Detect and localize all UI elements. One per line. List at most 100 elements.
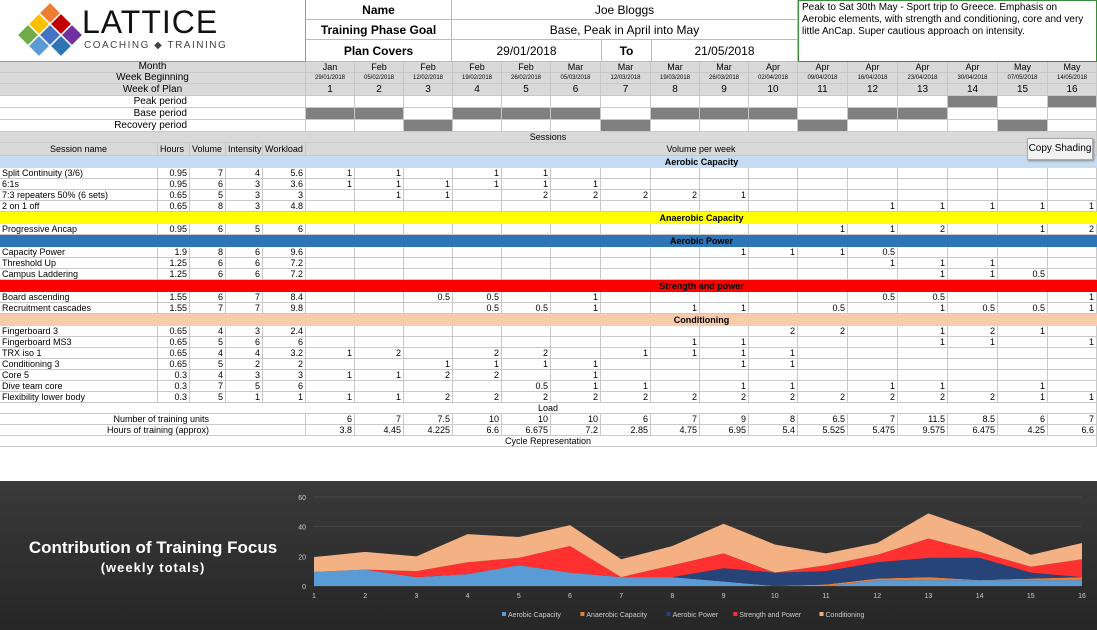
week-volume-cell[interactable] — [601, 168, 651, 179]
peak-period-cell[interactable] — [898, 96, 948, 108]
session-volume[interactable]: 6 — [190, 179, 226, 190]
week-volume-cell[interactable]: 1 — [453, 359, 502, 370]
recovery-period-cell[interactable] — [1048, 120, 1097, 132]
week-volume-cell[interactable]: 0.5 — [898, 292, 948, 303]
plan-from-date[interactable]: 29/01/2018 — [452, 40, 602, 62]
week-volume-cell[interactable] — [749, 337, 798, 348]
week-volume-cell[interactable]: 0.5 — [453, 292, 502, 303]
session-intensity[interactable]: 3 — [226, 201, 263, 212]
week-volume-cell[interactable]: 1 — [502, 168, 551, 179]
week-volume-cell[interactable]: 1 — [355, 168, 404, 179]
week-volume-cell[interactable] — [948, 292, 998, 303]
session-name[interactable]: Progressive Ancap — [0, 224, 158, 235]
week-volume-cell[interactable]: 2 — [848, 392, 898, 403]
week-volume-cell[interactable] — [948, 168, 998, 179]
week-volume-cell[interactable] — [404, 337, 453, 348]
week-volume-cell[interactable] — [848, 337, 898, 348]
recovery-period-cell[interactable] — [601, 120, 651, 132]
session-hours[interactable]: 1.55 — [158, 303, 190, 314]
week-volume-cell[interactable]: 1 — [848, 224, 898, 235]
week-volume-cell[interactable]: 1 — [998, 224, 1048, 235]
week-volume-cell[interactable]: 1 — [749, 359, 798, 370]
session-hours[interactable]: 1.25 — [158, 269, 190, 280]
peak-period-cell[interactable] — [998, 96, 1048, 108]
recovery-period-cell[interactable] — [453, 120, 502, 132]
week-volume-cell[interactable]: 1 — [404, 179, 453, 190]
session-workload[interactable]: 2.4 — [263, 326, 306, 337]
week-volume-cell[interactable]: 1 — [898, 326, 948, 337]
week-volume-cell[interactable] — [453, 326, 502, 337]
week-volume-cell[interactable] — [651, 224, 700, 235]
week-volume-cell[interactable] — [306, 337, 355, 348]
recovery-period-cell[interactable] — [898, 120, 948, 132]
week-volume-cell[interactable] — [998, 348, 1048, 359]
session-volume[interactable]: 7 — [190, 303, 226, 314]
week-volume-cell[interactable] — [898, 190, 948, 201]
week-volume-cell[interactable]: 2 — [404, 370, 453, 381]
session-hours[interactable]: 0.3 — [158, 392, 190, 403]
session-workload[interactable]: 6 — [263, 224, 306, 235]
week-volume-cell[interactable] — [749, 224, 798, 235]
session-intensity[interactable]: 5 — [226, 381, 263, 392]
session-workload[interactable]: 3 — [263, 370, 306, 381]
session-intensity[interactable]: 6 — [226, 337, 263, 348]
week-volume-cell[interactable]: 1 — [651, 303, 700, 314]
week-volume-cell[interactable]: 1 — [551, 381, 601, 392]
session-name[interactable]: Recruitment cascades — [0, 303, 158, 314]
week-volume-cell[interactable] — [798, 381, 848, 392]
session-workload[interactable]: 1 — [263, 392, 306, 403]
plan-to-date[interactable]: 21/05/2018 — [652, 40, 798, 62]
week-volume-cell[interactable] — [453, 224, 502, 235]
session-volume[interactable]: 5 — [190, 359, 226, 370]
week-volume-cell[interactable] — [551, 269, 601, 280]
peak-period-cell[interactable] — [502, 96, 551, 108]
week-volume-cell[interactable] — [404, 258, 453, 269]
session-intensity[interactable]: 6 — [226, 269, 263, 280]
session-name[interactable]: Core 5 — [0, 370, 158, 381]
session-name[interactable]: Board ascending — [0, 292, 158, 303]
session-volume[interactable]: 6 — [190, 292, 226, 303]
week-volume-cell[interactable] — [700, 326, 749, 337]
week-volume-cell[interactable] — [1048, 179, 1097, 190]
session-volume[interactable]: 5 — [190, 190, 226, 201]
week-volume-cell[interactable]: 2 — [453, 392, 502, 403]
week-volume-cell[interactable]: 1 — [551, 370, 601, 381]
week-volume-cell[interactable]: 2 — [948, 326, 998, 337]
peak-period-cell[interactable] — [1048, 96, 1097, 108]
week-volume-cell[interactable] — [1048, 168, 1097, 179]
base-period-cell[interactable] — [355, 108, 404, 120]
week-volume-cell[interactable]: 1 — [998, 201, 1048, 212]
week-volume-cell[interactable] — [306, 359, 355, 370]
session-workload[interactable]: 3.2 — [263, 348, 306, 359]
session-hours[interactable]: 1.25 — [158, 258, 190, 269]
session-intensity[interactable]: 1 — [226, 392, 263, 403]
week-volume-cell[interactable]: 1 — [306, 179, 355, 190]
peak-period-cell[interactable] — [948, 96, 998, 108]
week-volume-cell[interactable] — [848, 370, 898, 381]
week-volume-cell[interactable]: 0.5 — [404, 292, 453, 303]
session-hours[interactable]: 0.95 — [158, 224, 190, 235]
recovery-period-cell[interactable] — [700, 120, 749, 132]
week-volume-cell[interactable] — [798, 190, 848, 201]
week-volume-cell[interactable] — [355, 258, 404, 269]
week-volume-cell[interactable]: 1 — [306, 168, 355, 179]
week-volume-cell[interactable] — [551, 326, 601, 337]
week-volume-cell[interactable] — [404, 381, 453, 392]
peak-period-cell[interactable] — [404, 96, 453, 108]
week-volume-cell[interactable] — [848, 269, 898, 280]
recovery-period-cell[interactable] — [848, 120, 898, 132]
week-volume-cell[interactable]: 1 — [749, 247, 798, 258]
week-volume-cell[interactable] — [551, 348, 601, 359]
week-volume-cell[interactable] — [798, 168, 848, 179]
week-volume-cell[interactable] — [948, 359, 998, 370]
week-volume-cell[interactable]: 1 — [700, 303, 749, 314]
session-intensity[interactable]: 4 — [226, 348, 263, 359]
week-volume-cell[interactable] — [306, 269, 355, 280]
week-volume-cell[interactable]: 1 — [798, 224, 848, 235]
session-hours[interactable]: 0.3 — [158, 370, 190, 381]
week-volume-cell[interactable] — [848, 303, 898, 314]
week-volume-cell[interactable]: 1 — [355, 370, 404, 381]
week-volume-cell[interactable] — [700, 201, 749, 212]
week-volume-cell[interactable] — [601, 292, 651, 303]
session-name[interactable]: Fingerboard MS3 — [0, 337, 158, 348]
